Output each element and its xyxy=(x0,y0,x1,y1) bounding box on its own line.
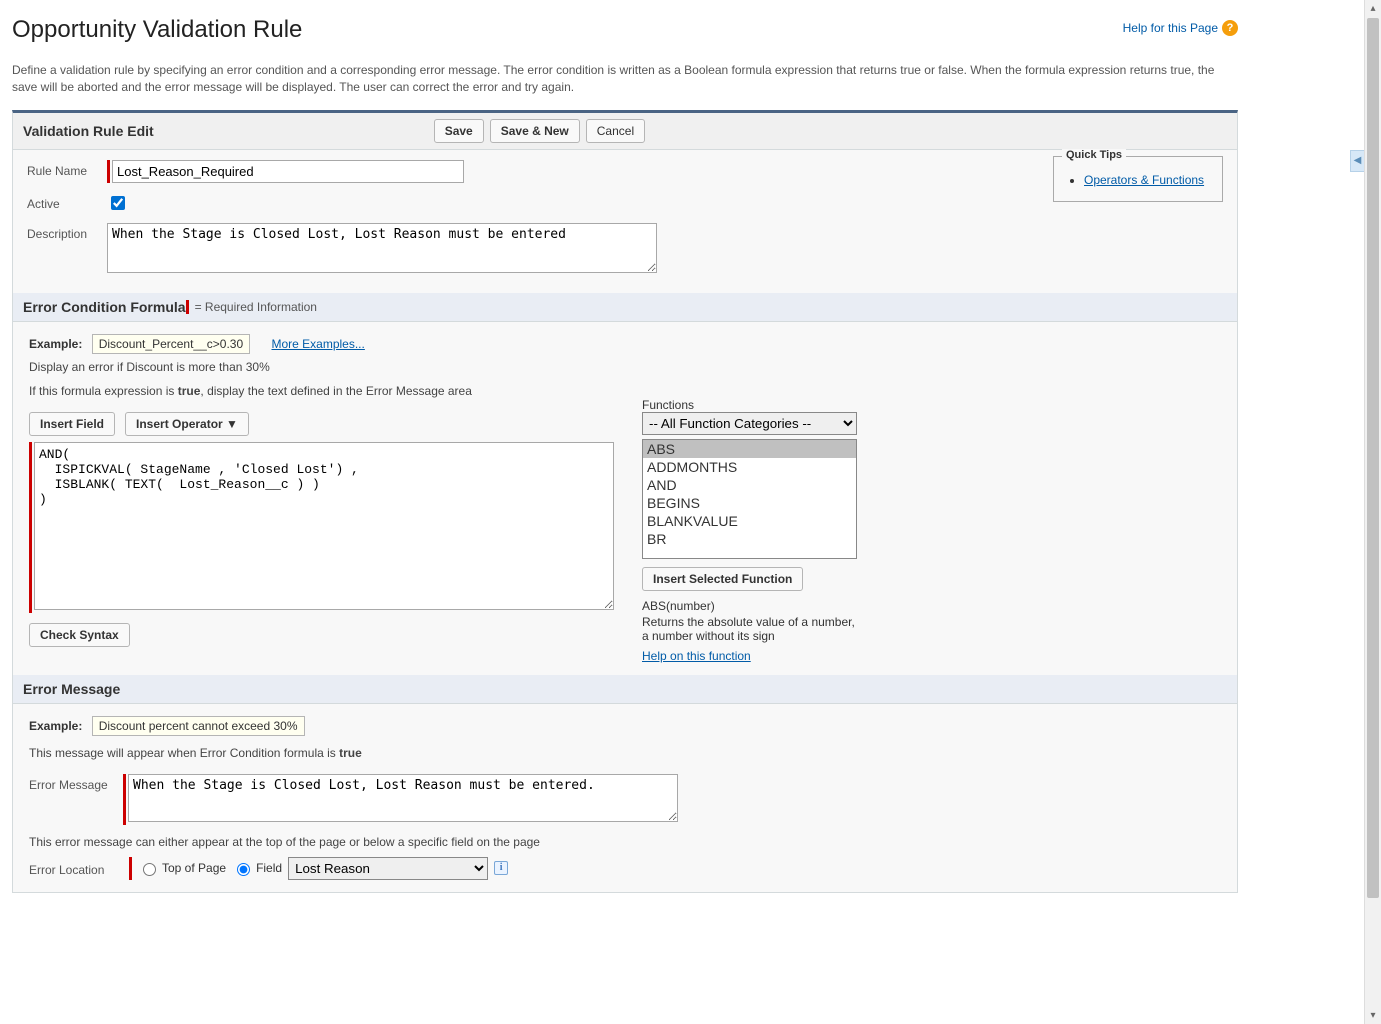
function-item-abs[interactable]: ABS xyxy=(643,440,856,458)
function-item-addmonths[interactable]: ADDMONTHS xyxy=(643,458,856,476)
formula-example-code: Discount_Percent__c>0.30 xyxy=(92,334,250,354)
description-textarea[interactable]: When the Stage is Closed Lost, Lost Reas… xyxy=(107,223,657,273)
cancel-button[interactable]: Cancel xyxy=(586,119,645,143)
rule-name-input[interactable] xyxy=(112,160,464,183)
insert-field-button[interactable]: Insert Field xyxy=(29,412,115,436)
scroll-up-arrow[interactable]: ▴ xyxy=(1365,0,1381,17)
scroll-down-arrow[interactable]: ▾ xyxy=(1365,1007,1381,1024)
field-radio[interactable] xyxy=(237,863,250,876)
check-syntax-button[interactable]: Check Syntax xyxy=(29,623,130,647)
page-title: Opportunity Validation Rule xyxy=(12,16,302,44)
function-description: Returns the absolute value of a number, … xyxy=(642,615,857,643)
formula-example-label: Example: xyxy=(29,337,82,351)
formula-textarea[interactable]: AND( ISPICKVAL( StageName , 'Closed Lost… xyxy=(34,442,614,610)
help-for-page-link[interactable]: Help for this Page ? xyxy=(1123,20,1238,36)
field-radio-label: Field xyxy=(256,861,282,875)
page-intro: Define a validation rule by specifying a… xyxy=(12,62,1238,96)
function-help-link[interactable]: Help on this function xyxy=(642,649,751,663)
formula-instruction: If this formula expression is true, disp… xyxy=(29,384,1221,398)
required-info-text: = Required Information xyxy=(195,300,317,314)
error-location-instruction: This error message can either appear at … xyxy=(29,835,1221,849)
function-item-blankvalue[interactable]: BLANKVALUE xyxy=(643,512,856,530)
save-button[interactable]: Save xyxy=(434,119,484,143)
active-label: Active xyxy=(27,193,107,211)
help-icon: ? xyxy=(1222,20,1238,36)
scrollbar[interactable]: ▴ ▾ xyxy=(1364,0,1381,1024)
rule-name-label: Rule Name xyxy=(27,160,107,178)
function-item-br[interactable]: BR xyxy=(643,530,856,548)
required-indicator-icon xyxy=(186,300,189,314)
error-location-field-select[interactable]: Lost Reason xyxy=(288,857,488,880)
error-message-textarea[interactable]: When the Stage is Closed Lost, Lost Reas… xyxy=(128,774,678,822)
error-message-label: Error Message xyxy=(29,774,123,792)
formula-example-desc: Display an error if Discount is more tha… xyxy=(29,360,1221,374)
operators-functions-link[interactable]: Operators & Functions xyxy=(1084,173,1204,187)
top-of-page-radio[interactable] xyxy=(143,863,156,876)
error-example-code: Discount percent cannot exceed 30% xyxy=(92,716,305,736)
error-example-label: Example: xyxy=(29,719,82,733)
quick-tips-box: Quick Tips Operators & Functions xyxy=(1053,156,1223,202)
side-tab-handle[interactable]: ◀ xyxy=(1350,150,1364,172)
function-item-begins[interactable]: BEGINS xyxy=(643,494,856,512)
info-icon[interactable]: i xyxy=(494,861,508,875)
quick-tips-title: Quick Tips xyxy=(1062,149,1126,161)
function-list[interactable]: ABS ADDMONTHS AND BEGINS BLANKVALUE BR xyxy=(642,439,857,559)
error-instruction: This message will appear when Error Cond… xyxy=(29,746,1221,760)
error-section-title: Error Message xyxy=(23,681,120,697)
description-label: Description xyxy=(27,223,107,241)
insert-operator-button[interactable]: Insert Operator ▼ xyxy=(125,412,249,436)
function-item-and[interactable]: AND xyxy=(643,476,856,494)
function-signature: ABS(number) xyxy=(642,599,857,613)
active-checkbox[interactable] xyxy=(111,196,125,210)
functions-label: Functions xyxy=(642,398,857,412)
insert-selected-function-button[interactable]: Insert Selected Function xyxy=(642,567,803,591)
function-category-select[interactable]: -- All Function Categories -- xyxy=(642,412,857,435)
scroll-thumb[interactable] xyxy=(1367,18,1379,898)
more-examples-link[interactable]: More Examples... xyxy=(271,337,364,351)
save-and-new-button[interactable]: Save & New xyxy=(490,119,580,143)
formula-section-title: Error Condition Formula xyxy=(23,299,186,315)
top-of-page-label: Top of Page xyxy=(162,861,226,875)
help-for-page-text: Help for this Page xyxy=(1123,21,1218,35)
edit-section-title: Validation Rule Edit xyxy=(23,123,154,139)
error-location-label: Error Location xyxy=(29,859,123,877)
